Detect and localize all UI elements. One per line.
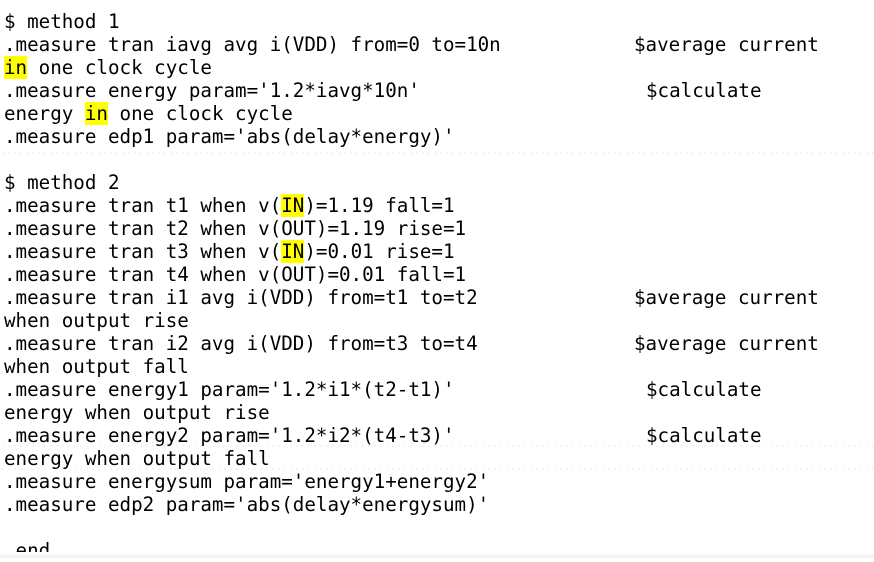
code-comment: $calculate xyxy=(646,378,762,401)
code-text: $ method 2 xyxy=(4,171,120,194)
compression-artifact-row xyxy=(0,152,874,154)
code-line-17[interactable]: .measure energy1 param='1.2*i1*(t2-t1)' … xyxy=(4,378,874,401)
code-comment: $average current xyxy=(634,332,819,355)
code-text: .measure tran t3 when v( xyxy=(4,240,282,263)
code-text: .measure energy2 param='1.2*i2*(t4-t3)' xyxy=(4,424,455,447)
code-line-14[interactable]: when output rise xyxy=(4,309,874,332)
code-line-23[interactable] xyxy=(4,516,874,539)
code-text: energy when output fall xyxy=(4,447,270,470)
compression-artifact-row xyxy=(0,468,874,470)
compression-artifact-row xyxy=(0,445,874,447)
search-highlight: in xyxy=(4,56,28,79)
code-text: .measure tran t4 when v(OUT)=0.01 fall=1 xyxy=(4,263,467,286)
code-line-12[interactable]: .measure tran t4 when v(OUT)=0.01 fall=1 xyxy=(4,263,874,286)
code-text: $ method 1 xyxy=(4,10,120,33)
search-highlight: IN xyxy=(281,240,305,263)
code-line-21[interactable]: .measure energysum param='energy1+energy… xyxy=(4,470,874,493)
code-line-3[interactable]: in one clock cycle xyxy=(4,56,874,79)
code-comment: $average current xyxy=(634,286,819,309)
code-text: energy xyxy=(4,102,85,125)
code-text: when output rise xyxy=(4,309,189,332)
code-line-10[interactable]: .measure tran t2 when v(OUT)=1.19 rise=1 xyxy=(4,217,874,240)
code-line-24[interactable]: .end xyxy=(4,539,874,562)
code-line-13[interactable]: .measure tran i1 avg i(VDD) from=t1 to=t… xyxy=(4,286,874,309)
code-text: )=0.01 rise=1 xyxy=(304,240,455,263)
code-line-15[interactable]: .measure tran i2 avg i(VDD) from=t3 to=t… xyxy=(4,332,874,355)
code-text: .measure energy1 param='1.2*i1*(t2-t1)' xyxy=(4,378,455,401)
code-text: .measure tran i1 avg i(VDD) from=t1 to=t… xyxy=(4,286,478,309)
code-text: energy when output rise xyxy=(4,401,270,424)
code-text: .measure tran t1 when v( xyxy=(4,194,282,217)
code-comment: $calculate xyxy=(646,424,762,447)
code-line-18[interactable]: energy when output rise xyxy=(4,401,874,424)
code-line-4[interactable]: .measure energy param='1.2*iavg*10n' $ca… xyxy=(4,79,874,102)
code-text: one clock cycle xyxy=(107,102,293,125)
code-text: .end xyxy=(4,539,51,562)
code-line-1[interactable]: $ method 1 xyxy=(4,10,874,33)
code-editor[interactable]: $ method 1 .measure tran iavg avg i(VDD)… xyxy=(0,0,874,562)
code-text: when output fall xyxy=(4,355,189,378)
code-line-8[interactable]: $ method 2 xyxy=(4,171,874,194)
code-text: .measure edp2 param='abs(delay*energysum… xyxy=(4,493,490,516)
code-comment: $calculate xyxy=(646,79,762,102)
code-line-22[interactable]: .measure edp2 param='abs(delay*energysum… xyxy=(4,493,874,516)
code-line-11[interactable]: .measure tran t3 when v(IN)=0.01 rise=1 xyxy=(4,240,874,263)
code-line-2[interactable]: .measure tran iavg avg i(VDD) from=0 to=… xyxy=(4,33,874,56)
code-line-9[interactable]: .measure tran t1 when v(IN)=1.19 fall=1 xyxy=(4,194,874,217)
code-text: .measure energy param='1.2*iavg*10n' xyxy=(4,79,420,102)
code-line-5[interactable]: energy in one clock cycle xyxy=(4,102,874,125)
bottom-edge xyxy=(0,552,874,558)
code-text: one clock cycle xyxy=(27,56,212,79)
code-text: .measure edp1 param='abs(delay*energy)' xyxy=(4,125,455,148)
search-highlight: IN xyxy=(281,194,305,217)
code-line-20[interactable]: energy when output fall xyxy=(4,447,874,470)
code-text: )=1.19 fall=1 xyxy=(304,194,455,217)
code-line-6[interactable]: .measure edp1 param='abs(delay*energy)' xyxy=(4,125,874,148)
code-line-16[interactable]: when output fall xyxy=(4,355,874,378)
code-comment: $average current xyxy=(634,33,819,56)
code-text: .measure tran t2 when v(OUT)=1.19 rise=1 xyxy=(4,217,467,240)
code-text: .measure energysum param='energy1+energy… xyxy=(4,470,490,493)
code-line-19[interactable]: .measure energy2 param='1.2*i2*(t4-t3)' … xyxy=(4,424,874,447)
search-highlight: in xyxy=(84,102,108,125)
code-text: .measure tran i2 avg i(VDD) from=t3 to=t… xyxy=(4,332,478,355)
code-text: .measure tran iavg avg i(VDD) from=0 to=… xyxy=(4,33,501,56)
